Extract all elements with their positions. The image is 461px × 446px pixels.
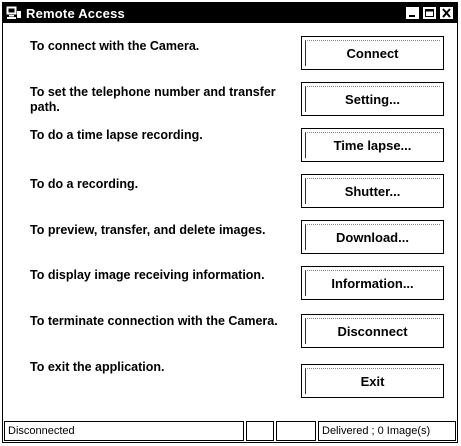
row-description: To display image receiving information. <box>30 268 265 282</box>
minimize-icon[interactable] <box>405 6 420 20</box>
row-exit: To exit the application. Exit <box>3 358 457 404</box>
row-information: To display image receiving information. … <box>3 266 457 312</box>
row-disconnect: To terminate connection with the Camera.… <box>3 312 457 358</box>
row-description: To do a recording. <box>30 177 139 191</box>
information-button[interactable]: Information... <box>301 266 444 300</box>
row-description: To exit the application. <box>30 360 165 374</box>
row-download: To preview, transfer, and delete images.… <box>3 220 457 266</box>
row-setting: To set the telephone number and transfer… <box>3 82 457 128</box>
status-connection: Disconnected <box>4 421 244 441</box>
row-time-lapse: To do a time lapse recording. Time lapse… <box>3 128 457 174</box>
status-pane-2 <box>246 421 274 441</box>
status-bar: Disconnected Delivered ; 0 Image(s) <box>4 421 456 441</box>
row-description: To do a time lapse recording. <box>30 128 203 142</box>
exit-button[interactable]: Exit <box>301 364 444 398</box>
row-description: To preview, transfer, and delete images. <box>30 223 266 237</box>
status-pane-3 <box>276 421 316 441</box>
download-button[interactable]: Download... <box>301 220 444 254</box>
setting-button[interactable]: Setting... <box>301 82 444 116</box>
status-delivered: Delivered ; 0 Image(s) <box>318 421 456 441</box>
remote-access-window: Remote Access To connect with the Camera… <box>2 2 458 443</box>
time-lapse-button[interactable]: Time lapse... <box>301 128 444 162</box>
window-title: Remote Access <box>26 5 125 21</box>
title-bar[interactable]: Remote Access <box>3 3 457 23</box>
camera-computer-icon <box>6 6 22 20</box>
row-description: To connect with the Camera. <box>30 39 200 53</box>
connect-button[interactable]: Connect <box>301 36 444 70</box>
maximize-icon[interactable] <box>422 6 437 20</box>
row-shutter: To do a recording. Shutter... <box>3 174 457 220</box>
row-description: To terminate connection with the Camera. <box>30 314 278 328</box>
shutter-button[interactable]: Shutter... <box>301 174 444 208</box>
row-connect: To connect with the Camera. Connect <box>3 36 457 82</box>
window-controls <box>405 6 454 20</box>
row-description: To set the telephone number and transfer… <box>30 85 276 114</box>
main-content: To connect with the Camera. Connect To s… <box>3 25 457 418</box>
disconnect-button[interactable]: Disconnect <box>301 314 444 348</box>
close-icon[interactable] <box>439 6 454 20</box>
